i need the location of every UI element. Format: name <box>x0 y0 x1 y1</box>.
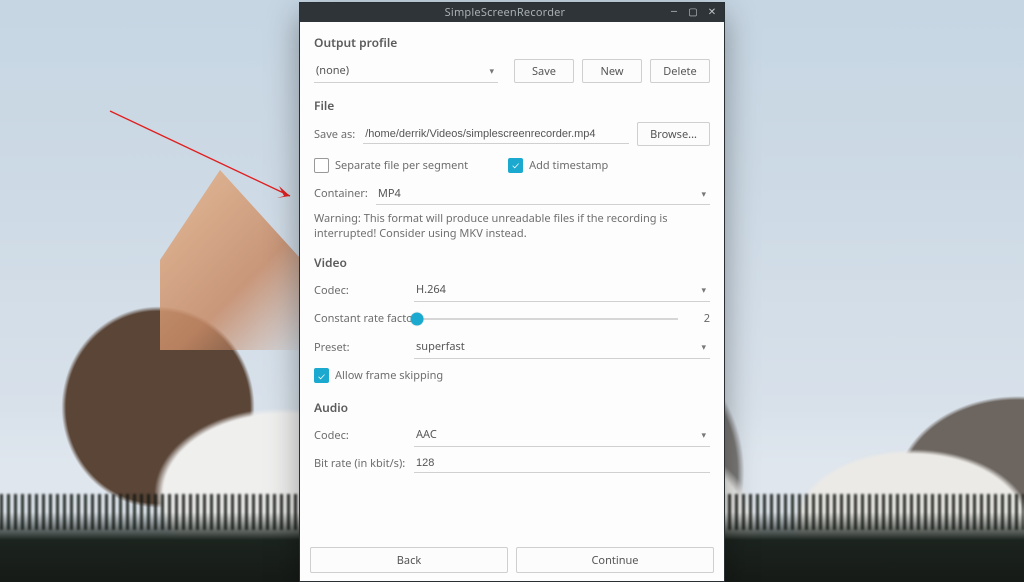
video-codec-value: H.264 <box>416 282 446 297</box>
app-window: SimpleScreenRecorder — ▢ ✕ Output profil… <box>299 2 725 582</box>
save-as-input[interactable] <box>363 125 629 144</box>
checkbox-checked-icon: ✓ <box>508 158 523 173</box>
add-timestamp-checkbox[interactable]: ✓ Add timestamp <box>508 158 608 173</box>
add-timestamp-label: Add timestamp <box>529 158 608 173</box>
checkbox-icon <box>314 158 329 173</box>
chevron-down-icon: ▾ <box>701 187 706 200</box>
profile-dropdown[interactable]: (none) ▾ <box>314 60 498 83</box>
output-profile-heading: Output profile <box>314 34 710 51</box>
footer: Back Continue <box>300 541 724 581</box>
browse-button[interactable]: Browse... <box>637 122 710 146</box>
chevron-down-icon: ▾ <box>489 64 494 77</box>
audio-codec-label: Codec: <box>314 428 406 443</box>
allow-frame-skipping-checkbox[interactable]: ✓ Allow frame skipping <box>314 368 443 383</box>
separate-file-checkbox[interactable]: Separate file per segment <box>314 158 468 173</box>
container-value: MP4 <box>378 186 401 201</box>
preset-value: superfast <box>416 339 465 354</box>
titlebar: SimpleScreenRecorder — ▢ ✕ <box>300 3 724 22</box>
chevron-down-icon: ▾ <box>701 428 706 441</box>
container-label: Container: <box>314 186 368 201</box>
crf-label: Constant rate factor: <box>314 311 406 326</box>
crf-value: 2 <box>694 311 710 326</box>
audio-heading: Audio <box>314 399 710 416</box>
continue-button[interactable]: Continue <box>516 547 714 573</box>
new-button[interactable]: New <box>582 59 642 83</box>
file-heading: File <box>314 97 710 114</box>
chevron-down-icon: ▾ <box>701 283 706 296</box>
close-icon[interactable]: ✕ <box>706 7 718 19</box>
separate-file-label: Separate file per segment <box>335 158 468 173</box>
slider-thumb-icon <box>410 312 423 325</box>
save-button[interactable]: Save <box>514 59 574 83</box>
crf-slider[interactable] <box>414 309 678 329</box>
window-title: SimpleScreenRecorder <box>348 5 662 20</box>
checkbox-checked-icon: ✓ <box>314 368 329 383</box>
video-heading: Video <box>314 254 710 271</box>
audio-codec-dropdown[interactable]: AAC ▾ <box>414 424 710 447</box>
delete-button[interactable]: Delete <box>650 59 710 83</box>
back-button[interactable]: Back <box>310 547 508 573</box>
container-warning: Warning: This format will produce unread… <box>314 212 710 242</box>
container-dropdown[interactable]: MP4 ▾ <box>376 182 710 205</box>
preset-label: Preset: <box>314 340 406 355</box>
bitrate-input[interactable] <box>414 454 710 473</box>
bitrate-label: Bit rate (in kbit/s): <box>314 456 406 471</box>
maximize-icon[interactable]: ▢ <box>687 7 699 19</box>
chevron-down-icon: ▾ <box>701 340 706 353</box>
minimize-icon[interactable]: — <box>668 7 680 19</box>
audio-codec-value: AAC <box>416 427 437 442</box>
profile-value: (none) <box>316 63 349 78</box>
video-codec-dropdown[interactable]: H.264 ▾ <box>414 279 710 302</box>
preset-dropdown[interactable]: superfast ▾ <box>414 336 710 359</box>
video-codec-label: Codec: <box>314 283 406 298</box>
allow-frame-skipping-label: Allow frame skipping <box>335 368 443 383</box>
save-as-label: Save as: <box>314 127 355 142</box>
